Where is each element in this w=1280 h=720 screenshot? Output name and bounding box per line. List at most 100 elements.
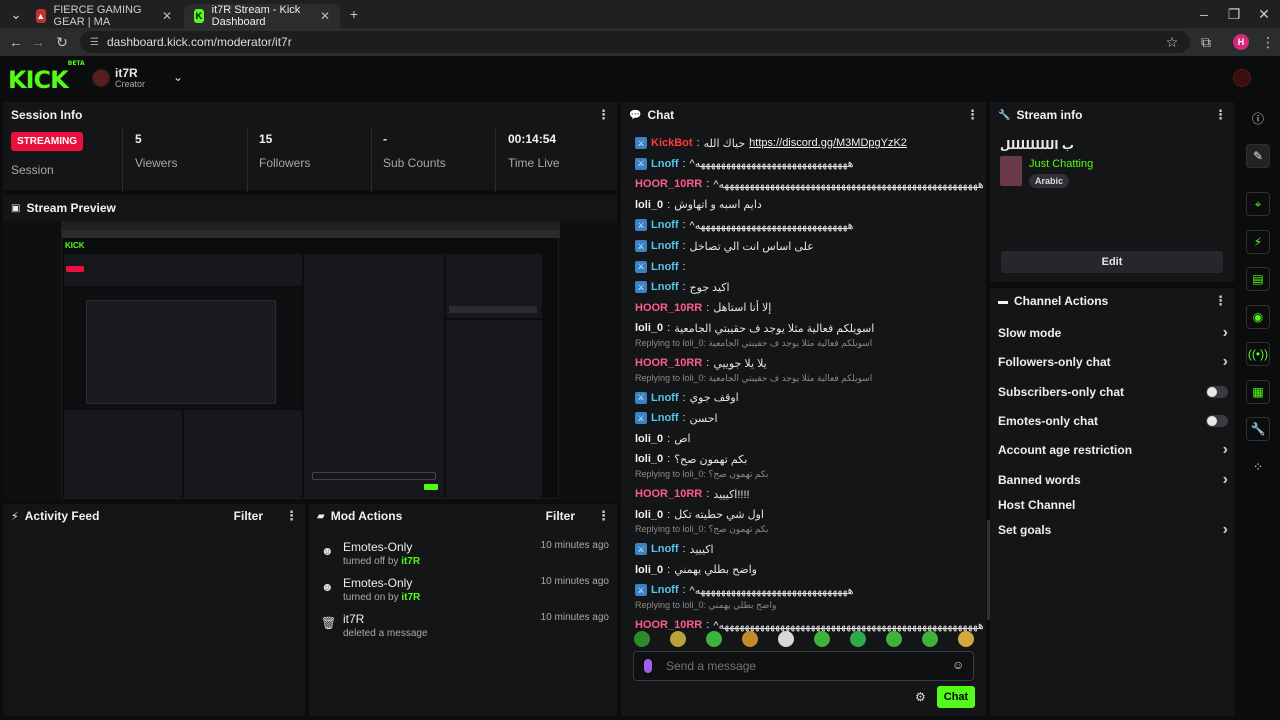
chat-username[interactable]: HOOR_10RR — [635, 488, 702, 500]
browser-tab-kick[interactable]: K it7R Stream - Kick Dashboard ✕ — [184, 4, 340, 28]
chevron-right-icon[interactable]: › — [1223, 324, 1228, 342]
close-window-icon[interactable]: ✕ — [1252, 2, 1276, 26]
activity-menu-icon[interactable]: ⋮ — [285, 508, 298, 524]
chat-message[interactable]: ⚔ Lnoff: اكيد جوج — [635, 278, 985, 296]
chat-message[interactable]: loli_0: دايم اسبه و اتهاوش — [635, 196, 985, 214]
minimize-icon[interactable]: – — [1192, 2, 1216, 26]
focus-icon[interactable]: ⌖ — [1246, 192, 1270, 216]
chat-username[interactable]: Lnoff — [651, 412, 678, 424]
emote-frog4-icon[interactable] — [886, 631, 902, 647]
channel-switch-chevron-icon[interactable]: ⌄ — [173, 70, 183, 84]
mod-menu-icon[interactable]: ⋮ — [597, 508, 610, 524]
emoji-picker-icon[interactable]: ☺ — [952, 658, 964, 672]
broadcast-icon[interactable]: ((•)) — [1246, 342, 1270, 366]
emote-pepe-icon[interactable] — [634, 631, 650, 647]
kick-logo[interactable]: KICKBETA — [8, 60, 85, 94]
chevron-right-icon[interactable]: › — [1223, 521, 1228, 539]
toggle-switch[interactable] — [1206, 415, 1228, 427]
chat-message[interactable]: ⚔ Lnoff: ^ههههههههههههههههههههههههههههههه — [635, 155, 985, 173]
chat-username[interactable]: loli_0 — [635, 433, 663, 445]
chat-username[interactable]: HOOR_10RR — [635, 619, 702, 631]
session-menu-icon[interactable]: ⋮ — [597, 107, 610, 123]
close-tab-icon[interactable]: ✕ — [320, 9, 330, 23]
chat-message[interactable]: ⚔ Lnoff: اكيييد — [635, 540, 985, 558]
chat-link[interactable]: https://discord.gg/M3MDpgYzK2 — [749, 137, 907, 149]
chat-username[interactable]: Lnoff — [651, 543, 678, 555]
stream-info-menu-icon[interactable]: ⋮ — [1214, 107, 1227, 123]
chat-message[interactable]: HOOR_10RR: اكيييد!!!! — [635, 485, 985, 503]
emote-panda-icon[interactable] — [778, 631, 794, 647]
chat-menu-icon[interactable]: ⋮ — [966, 107, 979, 123]
emote-frog3-icon[interactable] — [850, 631, 866, 647]
chat-message[interactable]: HOOR_10RR: إلا أنا استاهل — [635, 299, 985, 317]
channel-action-subscribers-only-chat[interactable]: Subscribers-only chat — [998, 381, 1228, 403]
activity-filter-button[interactable]: Filter — [234, 509, 263, 523]
address-bar[interactable]: ☰ dashboard.kick.com/moderator/it7r — [80, 31, 1190, 53]
chat-username[interactable]: loli_0 — [635, 199, 663, 211]
maximize-icon[interactable]: ❐ — [1222, 2, 1246, 26]
emote-smile-icon[interactable] — [958, 631, 974, 647]
info-icon[interactable]: ⓘ — [1246, 106, 1270, 130]
chat-username[interactable]: KickBot — [651, 137, 693, 149]
browser-tab-fierce[interactable]: ▲ FIERCE GAMING GEAR | MA ✕ — [26, 4, 182, 28]
document-icon[interactable]: ▤ — [1246, 267, 1270, 291]
chat-message-input[interactable] — [666, 658, 936, 674]
chevron-right-icon[interactable]: › — [1223, 471, 1228, 489]
chat-username[interactable]: HOOR_10RR — [635, 302, 702, 314]
chat-message[interactable]: loli_0: اول شي حطيته تكل — [635, 506, 985, 524]
chat-message[interactable]: ⚔ Lnoff: — [635, 258, 985, 276]
mod-filter-button[interactable]: Filter — [546, 509, 575, 523]
chat-message[interactable]: loli_0: واضح بطلي يهمني — [635, 561, 985, 579]
channel-actions-menu-icon[interactable]: ⋮ — [1214, 293, 1227, 309]
edit-stream-button[interactable]: Edit — [1001, 251, 1223, 273]
stream-category[interactable]: Just Chatting — [1029, 158, 1093, 170]
emote-frog2-icon[interactable] — [814, 631, 830, 647]
tools-icon[interactable]: 🔧 — [1246, 417, 1270, 441]
channel-action-banned-words[interactable]: Banned words › — [998, 469, 1228, 491]
chat-username[interactable]: Lnoff — [651, 584, 678, 596]
chevron-right-icon[interactable]: › — [1223, 353, 1228, 371]
channel-action-emotes-only-chat[interactable]: Emotes-only chat — [998, 410, 1228, 432]
chat-input-box[interactable]: ☺ — [633, 651, 974, 681]
emote-frog-icon[interactable] — [706, 631, 722, 647]
emote-frog5-icon[interactable] — [922, 631, 938, 647]
apps-icon[interactable]: ⁘ — [1246, 455, 1270, 479]
chat-message[interactable]: ⚔ KickBot: حياك الله https://discord.gg/M3M… — [635, 134, 985, 152]
chat-message[interactable]: HOOR_10RR: يلا يلا جوييي — [635, 354, 985, 372]
chevron-right-icon[interactable]: › — [1223, 441, 1228, 459]
bookmark-star-icon[interactable]: ☆ — [1160, 30, 1184, 54]
pencil-icon[interactable]: ✎ — [1246, 144, 1270, 168]
chat-username[interactable]: loli_0 — [635, 453, 663, 465]
chat-username[interactable]: Lnoff — [651, 219, 678, 231]
channel-action-account-age-restriction[interactable]: Account age restriction › — [998, 439, 1228, 461]
chat-username[interactable]: Lnoff — [651, 281, 678, 293]
new-tab-icon[interactable]: + — [342, 2, 366, 26]
chat-username[interactable]: Lnoff — [651, 261, 678, 273]
stream-preview-video[interactable]: KICK — [61, 221, 560, 499]
chat-username[interactable]: loli_0 — [635, 322, 663, 334]
chat-message[interactable]: ⚔ Lnoff: على اساس انت الي تصاخل — [635, 237, 985, 255]
forward-icon[interactable]: → — [26, 30, 50, 54]
tab-search-icon[interactable]: ⌄ — [4, 2, 28, 26]
toggle-switch[interactable] — [1206, 386, 1228, 398]
channel-action-slow-mode[interactable]: Slow mode › — [998, 322, 1228, 344]
chat-username[interactable]: Lnoff — [651, 392, 678, 404]
channel-action-host-channel[interactable]: Host Channel — [998, 494, 1228, 516]
user-avatar[interactable] — [1233, 69, 1251, 87]
chat-message[interactable]: ⚔ Lnoff: ^ههههههههههههههههههههههههههههههه — [635, 581, 985, 599]
extensions-icon[interactable]: ⧉ — [1194, 30, 1218, 54]
channel-avatar[interactable] — [92, 69, 110, 87]
profile-avatar[interactable]: H — [1233, 34, 1249, 50]
browser-menu-icon[interactable]: ⋮ — [1256, 30, 1280, 54]
chat-rail-icon[interactable]: ◉ — [1246, 305, 1270, 329]
emote-face-icon[interactable] — [742, 631, 758, 647]
chat-message[interactable]: ⚔ Lnoff: ^ههههههههههههههههههههههههههههههه — [635, 216, 985, 234]
chat-username[interactable]: Lnoff — [651, 240, 678, 252]
chat-message[interactable]: ⚔ Lnoff: اوقف جوي — [635, 389, 985, 407]
chat-username[interactable]: Lnoff — [651, 158, 678, 170]
send-chat-button[interactable]: Chat — [937, 686, 975, 708]
chat-message[interactable]: ⚔ Lnoff: احسن — [635, 409, 985, 427]
chat-username[interactable]: HOOR_10RR — [635, 357, 702, 369]
channel-action-set-goals[interactable]: Set goals › — [998, 519, 1228, 541]
mic-icon[interactable] — [644, 659, 652, 673]
